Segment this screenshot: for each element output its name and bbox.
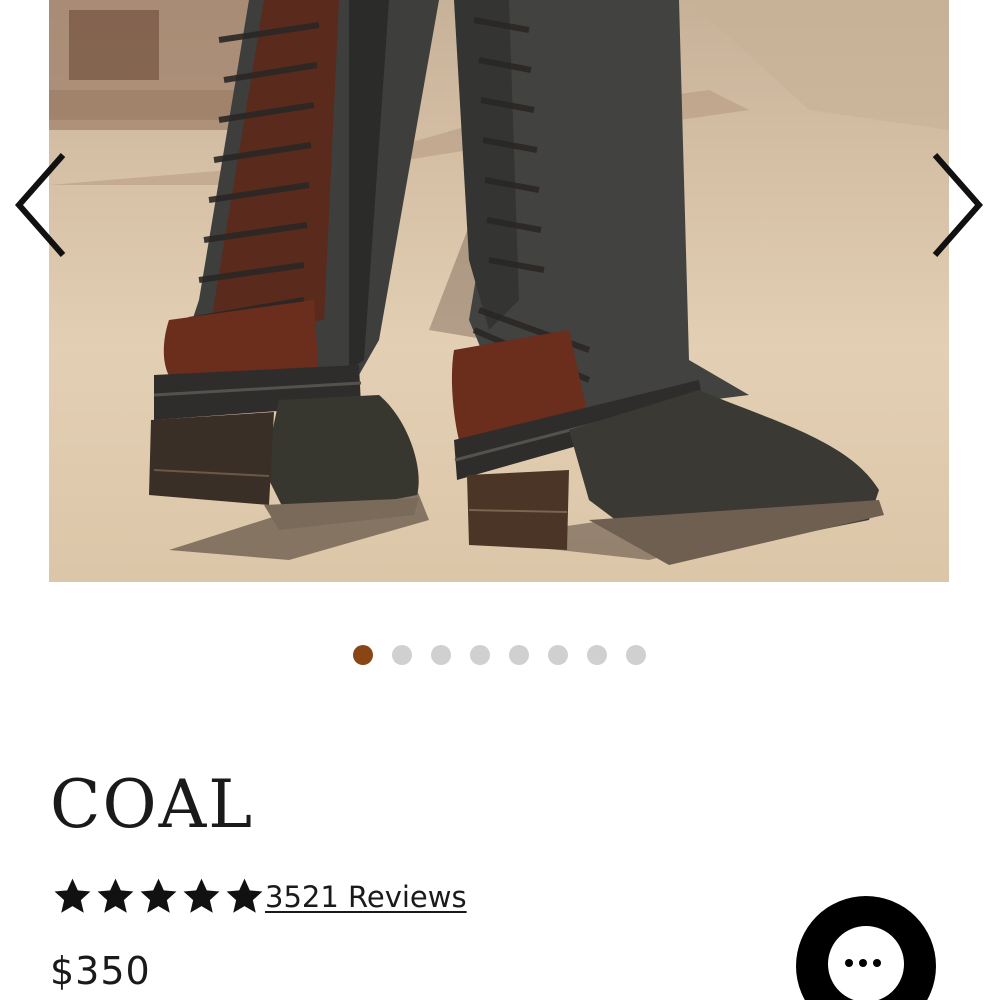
carousel-dot-5[interactable] [509,645,529,665]
chat-button[interactable] [796,896,936,1000]
product-page: COAL 3521 Reviews $350 [0,0,997,1000]
star-icon [97,878,134,913]
carousel-dot-4[interactable] [470,645,490,665]
carousel-dot-6[interactable] [548,645,568,665]
chevron-right-icon [932,153,983,257]
dot-icon [873,959,881,967]
carousel-dot-7[interactable] [587,645,607,665]
star-icon [54,878,91,913]
carousel-dot-1[interactable] [353,645,373,665]
star-icon [226,878,263,913]
carousel-next-button[interactable] [922,145,992,265]
carousel-dot-3[interactable] [431,645,451,665]
product-title: COAL [50,766,255,843]
dot-icon [859,959,867,967]
star-icon [183,878,220,913]
chat-bubble-icon [828,926,904,1000]
carousel-prev-button[interactable] [6,145,76,265]
product-image[interactable] [49,0,949,582]
carousel-dot-8[interactable] [626,645,646,665]
carousel-pagination [353,645,646,665]
chevron-left-icon [15,153,66,257]
dot-icon [845,959,853,967]
boots-photo [49,0,949,565]
product-rating: 3521 Reviews [52,876,467,917]
product-price: $350 [50,949,151,993]
star-icon [140,878,177,913]
rating-stars [52,876,265,917]
carousel-dot-2[interactable] [392,645,412,665]
reviews-link[interactable]: 3521 Reviews [265,880,467,914]
